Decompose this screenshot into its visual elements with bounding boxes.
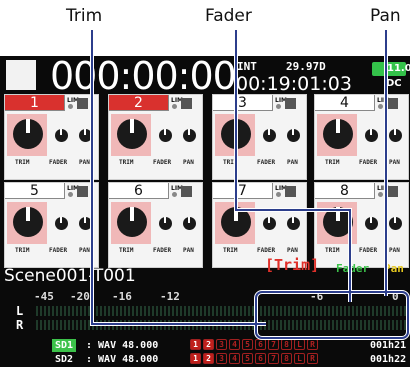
selector-highlight — [255, 291, 409, 339]
trim-callout-line — [91, 30, 266, 325]
fader-callout-line — [235, 30, 351, 302]
callout-lines — [90, 30, 410, 340]
